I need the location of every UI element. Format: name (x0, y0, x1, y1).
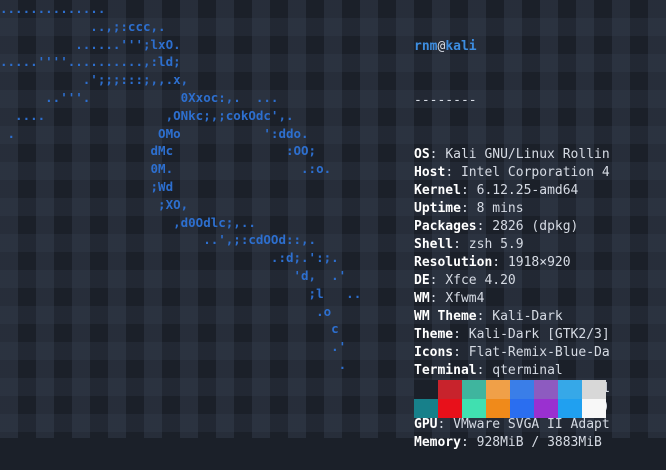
swatch-bright (438, 399, 462, 418)
info-key: DE (414, 273, 430, 288)
title-underline: -------- (414, 93, 477, 108)
info-colon: : (476, 219, 493, 234)
swatch-normal (414, 380, 438, 399)
info-row-gpu: GPU: VMware SVGA II Adapt (414, 416, 666, 434)
info-colon: : (453, 345, 469, 360)
swatch-normal (486, 380, 510, 399)
color-swatch-7 (582, 380, 606, 418)
info-colon: : (460, 183, 477, 198)
info-key: Theme (414, 327, 454, 342)
info-value: 8 mins (476, 201, 524, 216)
color-swatch-4 (510, 380, 534, 418)
info-row-resolution: Resolution: 1918×920 (414, 254, 666, 272)
info-value: Xfwm4 (445, 291, 485, 306)
info-key: Terminal (414, 363, 477, 378)
color-swatch-2 (462, 380, 486, 418)
swatch-bright (486, 399, 510, 418)
hostname: kali (445, 39, 477, 54)
swatch-normal (438, 380, 462, 399)
info-colon: : (453, 327, 469, 342)
kali-dragon-ascii-logo: .............. ..,;:ccc,. ......''';lxO.… (0, 1, 362, 372)
info-row-packages: Packages: 2826 (dpkg) (414, 218, 666, 236)
info-colon: : (460, 435, 477, 450)
info-row-host: Host: Intel Corporation 4 (414, 164, 666, 182)
info-value: Intel Corporation 4 (460, 165, 610, 180)
info-colon: : (429, 273, 446, 288)
swatch-normal (558, 380, 582, 399)
info-key: Kernel (414, 183, 461, 198)
swatch-bright (414, 399, 438, 418)
info-row-terminal: Terminal: qterminal (414, 362, 666, 380)
info-row-shell: Shell: zsh 5.9 (414, 236, 666, 254)
swatch-bright (462, 399, 486, 418)
info-value: 6.12.25-amd64 (476, 183, 579, 198)
swatch-bright (558, 399, 582, 418)
info-key: Icons (414, 345, 454, 360)
swatch-normal (510, 380, 534, 399)
info-row-theme: Theme: Kali-Dark [GTK2/3] (414, 326, 666, 344)
info-row-kernel: Kernel: 6.12.25-amd64 (414, 182, 666, 200)
info-row-wm: WM: Xfwm4 (414, 290, 666, 308)
info-key: OS (414, 147, 430, 162)
info-colon: : (437, 417, 454, 432)
swatch-normal (582, 380, 606, 399)
info-colon: : (453, 237, 469, 252)
swatch-normal (462, 380, 486, 399)
info-key: WM (414, 291, 430, 306)
info-row-os: OS: Kali GNU/Linux Rollin (414, 146, 666, 164)
info-row-memory: Memory: 928MiB / 3883MiB (414, 434, 666, 452)
info-value: Kali-Dark [GTK2/3] (468, 327, 610, 342)
info-colon: : (492, 255, 508, 270)
color-swatch-5 (534, 380, 558, 418)
color-swatch-0 (414, 380, 438, 418)
info-value: 928MiB / 3883MiB (476, 435, 602, 450)
info-value: 2826 (dpkg) (492, 219, 579, 234)
swatch-normal (534, 380, 558, 399)
color-swatch-3 (486, 380, 510, 418)
info-row-wm-theme: WM Theme: Kali-Dark (414, 308, 666, 326)
info-colon: : (429, 147, 446, 162)
color-swatch-1 (438, 380, 462, 418)
info-colon: : (429, 291, 446, 306)
info-value: zsh 5.9 (468, 237, 524, 252)
info-colon: : (476, 309, 493, 324)
info-key: Packages (414, 219, 477, 234)
info-value: qterminal (492, 363, 563, 378)
swatch-bright (534, 399, 558, 418)
info-colon: : (460, 201, 477, 216)
info-value: Kali-Dark (492, 309, 563, 324)
username: rnm (414, 39, 438, 54)
info-colon: : (476, 363, 493, 378)
color-palette (414, 380, 606, 418)
info-key: WM Theme (414, 309, 477, 324)
info-key: Uptime (414, 201, 461, 216)
info-value: Xfce 4.20 (445, 273, 516, 288)
info-row-uptime: Uptime: 8 mins (414, 200, 666, 218)
info-key: Shell (414, 237, 454, 252)
info-value: 1918×920 (507, 255, 571, 270)
info-key: Resolution (414, 255, 493, 270)
info-key: Memory (414, 435, 461, 450)
user-host-title: rnm@kali (414, 38, 666, 56)
swatch-bright (582, 399, 606, 418)
info-colon: : (445, 165, 461, 180)
swatch-bright (510, 399, 534, 418)
info-key: GPU (414, 417, 438, 432)
info-row-de: DE: Xfce 4.20 (414, 272, 666, 290)
color-swatch-6 (558, 380, 582, 418)
info-value: Kali GNU/Linux Rollin (445, 147, 610, 162)
info-row-icons: Icons: Flat-Remix-Blue-Da (414, 344, 666, 362)
info-key: Host (414, 165, 446, 180)
info-value: VMware SVGA II Adapt (453, 417, 610, 432)
info-value: Flat-Remix-Blue-Da (468, 345, 610, 360)
